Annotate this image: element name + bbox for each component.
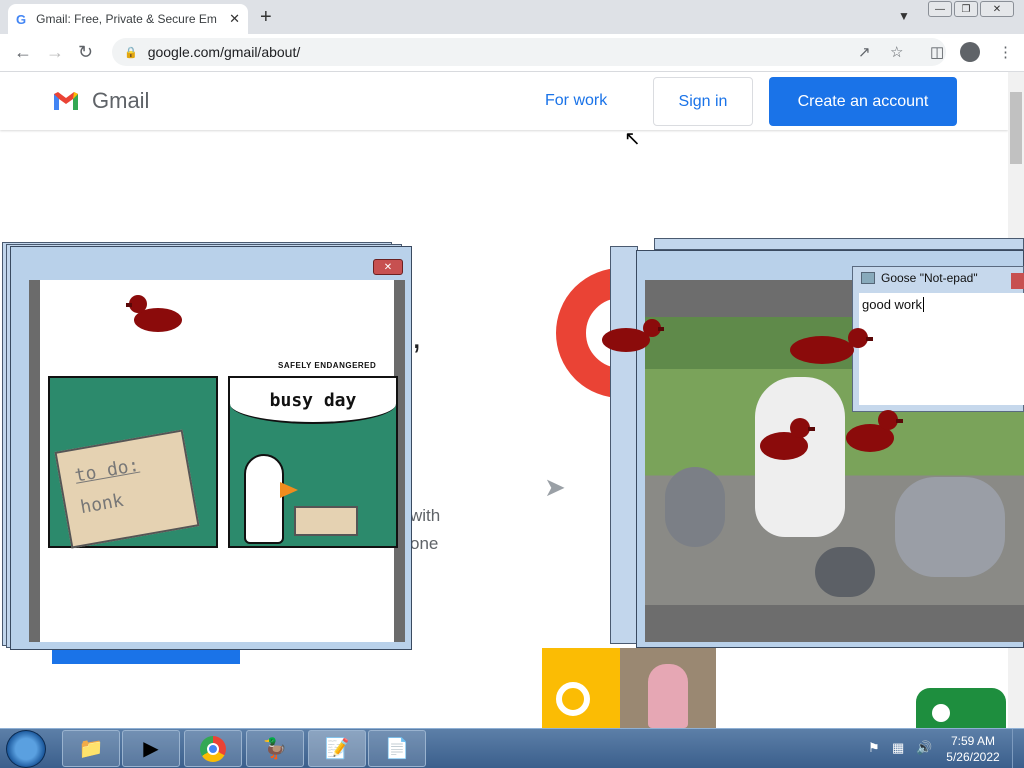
red-duck-icon (602, 319, 664, 352)
pigeon (815, 547, 875, 597)
popup-close-button[interactable]: ✕ (373, 259, 403, 275)
back-icon[interactable]: ← (14, 42, 32, 63)
goose-beak (280, 482, 298, 498)
gmail-m-icon (54, 92, 78, 110)
forward-icon[interactable]: → (46, 42, 64, 63)
red-duck-icon (846, 410, 903, 452)
goose-notepad-window[interactable]: Goose "Not-epad" good work (852, 266, 1024, 412)
close-tab-icon[interactable]: ✕ (229, 11, 240, 27)
more-menu-icon[interactable]: ⋮ (998, 43, 1013, 61)
clock-date: 5/26/2022 (946, 750, 1000, 764)
child-photo (620, 648, 716, 728)
clock-time: 7:59 AM (950, 734, 996, 748)
tab-search-chevron-icon[interactable]: ▼ (898, 9, 910, 23)
video-window-ghost (654, 238, 1024, 250)
for-work-link[interactable]: For work (545, 92, 607, 110)
browser-tab-gmail[interactable]: G Gmail: Free, Private & Secure Em ✕ (8, 4, 248, 34)
chrome-icon[interactable] (184, 730, 242, 767)
notepad-icon (861, 272, 875, 284)
video-window-ghost (610, 246, 638, 644)
notepad-title: Goose "Not-epad" (881, 271, 978, 285)
pigeon (665, 467, 725, 547)
notepad-text-area[interactable]: good work (859, 293, 1024, 405)
tab-title: Gmail: Free, Private & Secure Em (36, 12, 217, 26)
notepad-icon[interactable]: 📄 (368, 730, 426, 767)
comic-panel-1: to do: honk (48, 376, 218, 549)
notepad-plus-icon[interactable]: 📝 (308, 730, 366, 767)
create-account-button[interactable]: Create an account (769, 77, 957, 126)
volume-icon[interactable]: 🔊 (916, 740, 932, 756)
close-window-button[interactable]: ✕ (980, 1, 1014, 17)
hero-button-fragment[interactable] (52, 650, 240, 664)
restore-button[interactable]: ❐ (954, 1, 978, 17)
notepad-close-button[interactable] (1011, 273, 1024, 289)
start-button[interactable] (6, 730, 46, 768)
send-icon: ➤ (544, 472, 566, 502)
todo-scroll: to do: honk (54, 429, 200, 549)
goose-paper (294, 506, 358, 536)
clock[interactable]: 7:59 AM 5/26/2022 (942, 733, 1004, 765)
bookmark-star-icon[interactable]: ☆ (890, 43, 903, 61)
comic-popup-content: to do: honk SAFELY ENDANGERED busy day (29, 280, 405, 642)
video-frame-bottom (645, 605, 1024, 642)
sign-in-button[interactable]: Sign in (653, 77, 753, 126)
notepad-text: good work (862, 297, 922, 312)
red-duck-icon (126, 295, 182, 332)
notepad-titlebar: Goose "Not-epad" (861, 271, 978, 285)
comic-panel-2: busy day (228, 376, 398, 548)
pigeon (895, 477, 1005, 577)
url-text: google.com/gmail/about/ (147, 44, 301, 60)
media-icon[interactable]: ▶ (122, 730, 180, 767)
folder-icon[interactable]: 📁 (62, 730, 120, 767)
address-bar[interactable]: 🔒 google.com/gmail/about/ (112, 38, 946, 66)
network-icon[interactable]: ▦ (892, 740, 904, 756)
goose-cartoon (244, 454, 284, 544)
goose-game-icon[interactable]: 🦆 (246, 730, 304, 767)
mouse-cursor-icon: ↖ (624, 128, 641, 150)
chrome-logo (200, 735, 226, 762)
red-duck-icon (790, 328, 873, 364)
red-duck-icon (760, 418, 815, 460)
comic-credit: SAFELY ENDANGERED (278, 361, 377, 370)
minimize-button[interactable]: — (928, 1, 952, 17)
gmail-logo-text: Gmail (92, 88, 150, 113)
new-tab-button[interactable]: + (260, 6, 272, 29)
side-panel-icon[interactable]: ◫ (930, 43, 944, 61)
scrollbar-thumb[interactable] (1010, 92, 1022, 164)
hero-text-fragment-one: one (410, 534, 439, 553)
profile-avatar-icon[interactable] (960, 42, 980, 62)
meet-tile-graphic (916, 688, 1006, 728)
hero-text-fragment-with: with (410, 506, 441, 525)
share-icon[interactable]: ↗ (858, 43, 871, 61)
comic-popup-window[interactable]: ✕ to do: honk SAFELY ENDANGERED busy day (10, 246, 412, 650)
google-favicon-icon: G (16, 11, 27, 27)
comic-image: to do: honk SAFELY ENDANGERED busy day (40, 280, 398, 642)
reload-icon[interactable]: ↻ (78, 42, 93, 63)
text-caret (922, 297, 928, 312)
hero-heading-fragment: , (412, 318, 422, 356)
child-figure (648, 664, 688, 728)
gmail-logo[interactable]: Gmail (52, 88, 149, 114)
show-desktop-button[interactable] (1012, 729, 1024, 768)
lock-icon: 🔒 (124, 46, 138, 59)
search-tile-graphic (542, 648, 620, 728)
dot-icon (932, 704, 950, 722)
action-center-flag-icon[interactable]: ⚑ (868, 740, 880, 756)
comic-banner: busy day (230, 378, 396, 424)
magnifier-icon (556, 682, 590, 716)
